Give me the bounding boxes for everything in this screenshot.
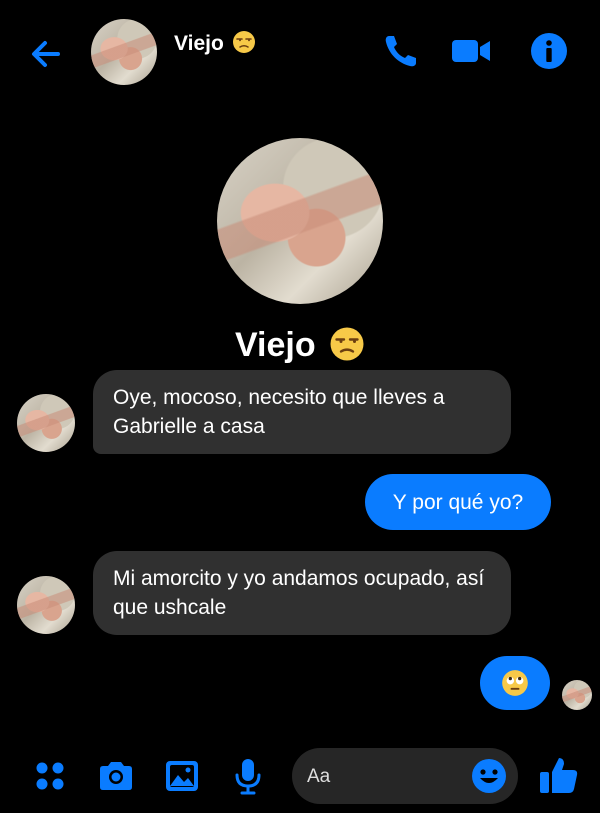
sender-avatar[interactable] [17,394,75,452]
thumbs-up-icon[interactable] [538,754,580,796]
contact-name[interactable]: Viejo [174,30,256,56]
camera-icon[interactable] [96,756,136,796]
avatar[interactable] [91,19,157,85]
unamused-face-icon [232,31,255,53]
message-text: Oye, mocoso, necesito que lleves a Gabri… [113,386,445,438]
chat-header: Viejo [0,0,600,100]
message-bubble-outgoing[interactable] [480,656,550,710]
message-bubble-incoming[interactable]: Oye, mocoso, necesito que lleves a Gabri… [93,370,511,454]
profile-name: Viejo [0,326,600,365]
video-camera-icon[interactable] [450,30,492,72]
profile-name-label: Viejo [234,326,316,364]
contact-name-label: Viejo [174,32,224,55]
profile-avatar[interactable] [217,138,383,304]
unamused-face-icon [330,327,364,361]
info-icon[interactable] [528,30,570,72]
phone-icon[interactable] [380,30,422,72]
gallery-icon[interactable] [162,756,202,796]
smiley-icon[interactable] [470,757,508,795]
microphone-icon[interactable] [228,756,268,796]
apps-icon[interactable] [30,756,70,796]
sender-avatar[interactable] [17,576,75,634]
face-with-rolling-eyes-icon [502,670,528,696]
message-input[interactable]: Aa [292,748,518,804]
composer-bar: Aa [0,742,600,813]
message-input-placeholder: Aa [307,766,331,787]
message-bubble-incoming[interactable]: Mi amorcito y yo andamos ocupado, así qu… [93,551,511,635]
message-text: Y por qué yo? [392,491,524,514]
seen-indicator-avatar [562,680,592,710]
message-text: Mi amorcito y yo andamos ocupado, así qu… [113,567,485,619]
message-bubble-outgoing[interactable]: Y por qué yo? [365,474,551,530]
arrow-left-icon[interactable] [26,34,66,74]
